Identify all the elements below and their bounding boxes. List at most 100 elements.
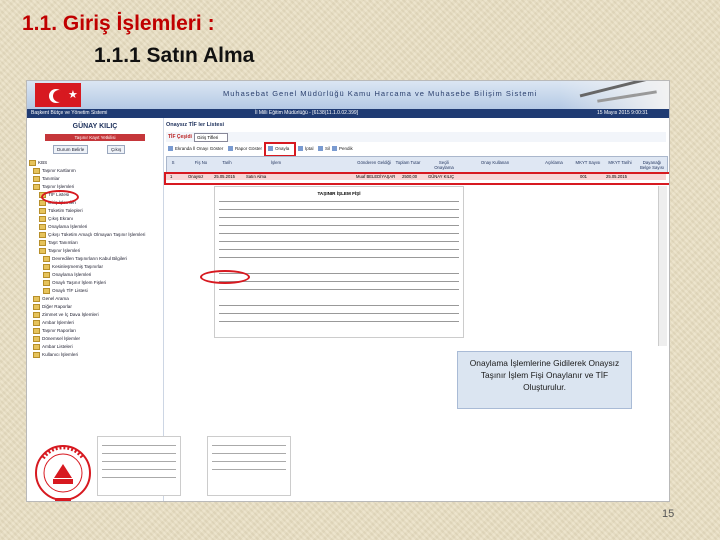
tree-item[interactable]: Taşıt Tanımları	[39, 240, 78, 246]
column-header: Tarih	[222, 160, 232, 165]
document-title: TAŞINIR İŞLEM FİŞİ	[317, 191, 361, 196]
doc-line	[212, 445, 286, 446]
tree-item[interactable]: Onaylama İşlemleri	[39, 224, 87, 230]
doc-line	[219, 305, 459, 306]
navbar-unit: İl Milli Eğitim Müdürlüğü - [6138(11.1.0…	[255, 110, 359, 116]
tree-item[interactable]: Diğer Raporlar	[33, 304, 72, 310]
banner-title: Muhasebat Genel Müdürlüğü Kamu Harcama v…	[223, 89, 538, 98]
doc-line	[219, 257, 459, 258]
toolbar-show-button[interactable]: Ekranda İl Onayı Göster	[168, 144, 223, 153]
column-header: S	[171, 160, 175, 165]
navbar-datetime: 15 Mayıs 2015 9:00:31	[597, 110, 648, 116]
tif-type-label: TİF Çeşidi	[168, 134, 192, 140]
column-header: Toplam Tutar	[395, 160, 421, 165]
pens-image	[559, 81, 669, 109]
doc-line	[102, 445, 176, 446]
window-icon	[332, 146, 337, 152]
pen-icon	[597, 90, 657, 103]
tree-item[interactable]: KBS	[29, 160, 47, 166]
tree-item[interactable]: Kullanıcı İşlemleri	[33, 352, 78, 358]
tree-item[interactable]: Çıkış Ekranı	[39, 216, 73, 222]
doc-line	[219, 313, 459, 314]
column-header: Dayanağı Belge Sayısı	[639, 160, 665, 170]
doc-line	[212, 453, 286, 454]
doc-line	[219, 217, 459, 218]
toolbar-delete-button[interactable]: Sil	[318, 144, 330, 153]
tree-item[interactable]: Onaylama İşlemleri	[43, 272, 91, 278]
tif-filter-row: TİF Çeşidi Giriş Tifleri	[166, 132, 666, 142]
tree-item[interactable]: Ambar Listeleri	[33, 344, 73, 350]
user-name: GÜNAY KILIÇ	[72, 123, 118, 130]
app-screenshot: ★ Muhasebat Genel Müdürlüğü Kamu Harcama…	[26, 80, 670, 502]
slide-title: 1.1. Giriş İşlemleri :	[22, 12, 215, 35]
panel-title: Onaysız TİF ler Listesi	[166, 122, 225, 128]
doc-line	[219, 201, 459, 202]
column-header: İşlem	[270, 160, 282, 165]
doc-line	[219, 233, 459, 234]
doc-line	[102, 469, 176, 470]
doc-line	[219, 241, 459, 242]
status-button[interactable]: Durum Belirle	[53, 145, 89, 154]
tree-item[interactable]: Tüketim Talepleri	[39, 208, 83, 214]
cancel-icon	[298, 146, 303, 152]
user-role-badge: Taşınır Kayıt Yetkilisi	[45, 134, 145, 141]
doc-line	[219, 249, 459, 250]
tif-type-select[interactable]: Giriş Tifleri	[194, 133, 228, 142]
tree-item[interactable]: Zimmet ve İç Dava İşlemleri	[33, 312, 99, 318]
tree-item[interactable]: Taşınır Kartlarım	[33, 168, 76, 174]
navbar-system-name: Başkent Bütçe ve Yönetim Sistemi	[31, 110, 108, 116]
doc-line	[219, 321, 459, 322]
column-header: Fiş No	[194, 160, 208, 165]
column-header: Açıklama	[545, 160, 563, 165]
tree-item[interactable]: Dönemsel İşlemler	[33, 336, 80, 342]
highlight-ring	[200, 270, 250, 284]
doc-line	[212, 461, 286, 462]
doc-line	[102, 477, 176, 478]
document-thumbnail	[207, 436, 291, 496]
column-header: Onay Kullanan	[480, 160, 510, 165]
highlight-ring	[41, 190, 79, 204]
toolbar-cancel-button[interactable]: İptal	[298, 144, 314, 153]
turkish-flag-icon: ★	[35, 83, 81, 107]
highlight-row-box	[164, 172, 669, 185]
screen-icon	[168, 146, 173, 152]
doc-line	[219, 273, 459, 274]
tree-item[interactable]: Onaylı Taşınır İşlem Fişleri	[43, 280, 106, 286]
tree-item[interactable]: Kesinleşmemiş Taşınırlar	[43, 264, 103, 270]
instruction-callout: Onaylama İşlemlerine Gidilerek Onaysız T…	[457, 351, 632, 409]
column-header: MKYT Sayısı	[575, 160, 601, 165]
page-number: 15	[662, 508, 675, 520]
app-banner: ★ Muhasebat Genel Müdürlüğü Kamu Harcama…	[27, 81, 669, 109]
tree-item[interactable]: Genel Arama	[33, 296, 69, 302]
column-header: Seçili Onaylama	[434, 160, 454, 170]
document-scrollbar[interactable]	[658, 186, 667, 346]
doc-line	[212, 469, 286, 470]
doc-line	[102, 453, 176, 454]
tree-item[interactable]: Taşınır İşlemleri	[33, 184, 74, 190]
tree-item[interactable]: Devredilen Taşınırların Kabul Bilgileri	[43, 256, 127, 262]
toolbar-report-button[interactable]: Rapor Göster	[228, 144, 262, 153]
doc-line	[219, 281, 459, 282]
toolbar-extra-button[interactable]: Pendik	[332, 144, 353, 153]
ministry-seal-logo	[35, 445, 91, 501]
column-header: Gönderen Geldiği	[357, 160, 391, 165]
doc-line	[219, 289, 459, 290]
tree-item[interactable]: Tanımlar	[33, 176, 60, 182]
crescent-icon	[49, 89, 65, 103]
document-thumbnail	[97, 436, 181, 496]
report-icon	[228, 146, 233, 152]
tif-document-preview: TAŞINIR İŞLEM FİŞİ	[214, 186, 464, 338]
doc-line	[219, 209, 459, 210]
column-header: MKYT Tarihi	[608, 160, 632, 165]
slide-subtitle: 1.1.1 Satın Alma	[94, 44, 255, 67]
delete-icon	[318, 146, 323, 152]
tree-item[interactable]: Taşınır Raporları	[33, 328, 76, 334]
tree-item[interactable]: Çıkışı Tüketim Amaçlı Olmayan Taşınır İş…	[39, 232, 145, 238]
doc-line	[102, 461, 176, 462]
logout-button[interactable]: Çıkış	[107, 145, 126, 154]
tree-item[interactable]: Ambar İşlemleri	[33, 320, 74, 326]
doc-line	[219, 225, 459, 226]
tree-item[interactable]: Onaylı TİF Listesi	[43, 288, 88, 294]
app-navbar: Başkent Bütçe ve Yönetim Sistemi İl Mill…	[27, 109, 669, 118]
tree-item[interactable]: Taşınır İşlemleri	[39, 248, 80, 254]
